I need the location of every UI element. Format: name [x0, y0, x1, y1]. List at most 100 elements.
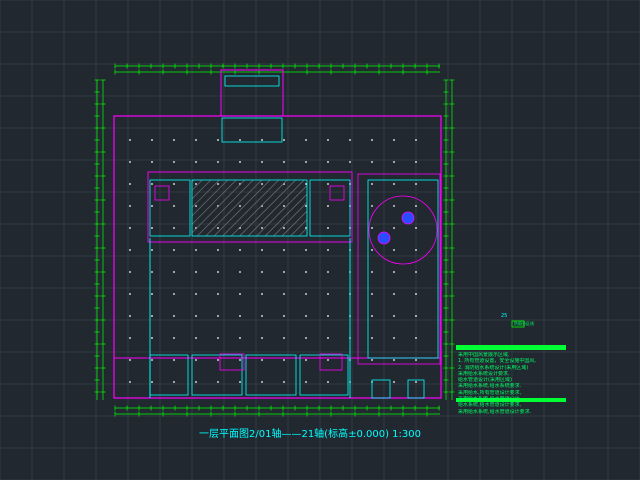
column-mark: [371, 315, 373, 317]
column-mark: [261, 315, 263, 317]
column-mark: [195, 381, 197, 383]
column-mark: [173, 337, 175, 339]
column-mark: [305, 315, 307, 317]
column-mark: [283, 249, 285, 251]
column-mark: [415, 381, 417, 383]
column-mark: [327, 205, 329, 207]
round-feature: [377, 231, 391, 245]
column-mark: [283, 139, 285, 141]
column-mark: [261, 337, 263, 339]
column-mark: [415, 359, 417, 361]
column-mark: [239, 337, 241, 339]
column-mark: [151, 249, 153, 251]
column-mark: [239, 293, 241, 295]
column-mark: [239, 139, 241, 141]
column-mark: [173, 381, 175, 383]
column-mark: [415, 337, 417, 339]
south-room: [149, 354, 189, 396]
column-mark: [393, 161, 395, 163]
column-mark: [305, 271, 307, 273]
column-mark: [129, 139, 131, 141]
column-mark: [261, 381, 263, 383]
column-mark: [415, 315, 417, 317]
column-mark: [217, 271, 219, 273]
column-mark: [305, 161, 307, 163]
stair: [154, 185, 170, 201]
column-mark: [283, 161, 285, 163]
column-mark: [173, 205, 175, 207]
stair: [329, 185, 345, 201]
legend-label: 25: [501, 313, 508, 319]
column-mark: [349, 139, 351, 141]
column-mark: [283, 271, 285, 273]
column-mark: [151, 337, 153, 339]
column-mark: [151, 205, 153, 207]
column-mark: [151, 293, 153, 295]
column-mark: [261, 249, 263, 251]
column-mark: [393, 337, 395, 339]
column-mark: [305, 249, 307, 251]
column-mark: [415, 249, 417, 251]
column-mark: [327, 271, 329, 273]
column-mark: [261, 271, 263, 273]
column-mark: [393, 315, 395, 317]
column-mark: [217, 359, 219, 361]
column-mark: [195, 161, 197, 163]
column-mark: [371, 293, 373, 295]
column-mark: [393, 359, 395, 361]
column-mark: [217, 293, 219, 295]
column-mark: [371, 359, 373, 361]
column-mark: [129, 315, 131, 317]
column-mark: [129, 183, 131, 185]
column-mark: [327, 315, 329, 317]
column-mark: [415, 139, 417, 141]
column-mark: [327, 139, 329, 141]
column-mark: [261, 139, 263, 141]
south-room-wall: [319, 353, 343, 371]
column-mark: [129, 271, 131, 273]
column-mark: [195, 293, 197, 295]
column-mark: [129, 161, 131, 163]
column-mark: [283, 315, 285, 317]
column-mark: [195, 271, 197, 273]
column-mark: [327, 381, 329, 383]
column-mark: [327, 227, 329, 229]
column-mark: [327, 359, 329, 361]
column-mark: [217, 249, 219, 251]
column-mark: [327, 293, 329, 295]
column-mark: [393, 271, 395, 273]
column-mark: [173, 183, 175, 185]
column-mark: [305, 293, 307, 295]
column-mark: [129, 293, 131, 295]
south-room-wall: [219, 353, 245, 371]
column-mark: [261, 359, 263, 361]
column-mark: [173, 161, 175, 163]
core-room: [221, 117, 283, 143]
column-mark: [283, 337, 285, 339]
column-mark: [129, 227, 131, 229]
column-mark: [217, 337, 219, 339]
column-mark: [393, 381, 395, 383]
column-mark: [415, 271, 417, 273]
column-mark: [415, 183, 417, 185]
south-room: [299, 354, 349, 396]
legend-item: 防烟分区线: [514, 321, 534, 326]
column-mark: [371, 337, 373, 339]
column-mark: [349, 161, 351, 163]
column-mark: [173, 249, 175, 251]
column-mark: [371, 183, 373, 185]
south-room: [371, 379, 391, 399]
east-court-wall: [357, 173, 441, 365]
column-mark: [327, 337, 329, 339]
column-mark: [393, 293, 395, 295]
column-mark: [239, 381, 241, 383]
column-mark: [217, 139, 219, 141]
round-feature: [368, 195, 438, 265]
column-mark: [239, 271, 241, 273]
column-mark: [129, 381, 131, 383]
column-mark: [195, 139, 197, 141]
column-mark: [371, 271, 373, 273]
column-mark: [393, 227, 395, 229]
column-mark: [151, 139, 153, 141]
round-feature: [401, 211, 415, 225]
